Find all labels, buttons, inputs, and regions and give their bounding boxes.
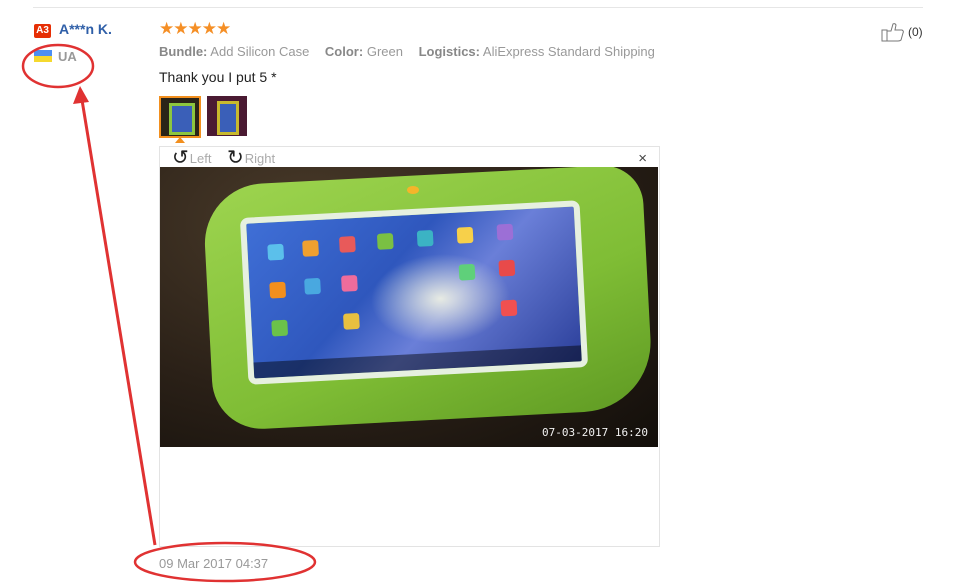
photo-timestamp: 07-03-2017 16:20 bbox=[542, 426, 648, 439]
rotate-left-icon: ↺ bbox=[172, 147, 189, 169]
top-divider bbox=[33, 7, 923, 8]
annotation-arrow-line bbox=[80, 99, 157, 546]
star-rating: ★★★★★ bbox=[159, 19, 231, 38]
order-attributes: Bundle: Add Silicon Case Color: Green Lo… bbox=[159, 44, 667, 59]
helpful-count: (0) bbox=[908, 25, 923, 39]
reviewer-name[interactable]: A***n K. bbox=[59, 21, 112, 37]
review-date: 09 Mar 2017 04:37 bbox=[159, 556, 269, 571]
thumbs-up-icon[interactable] bbox=[881, 22, 905, 42]
rotate-left-label: Left bbox=[189, 150, 212, 166]
review-photo-thumbnail-1[interactable] bbox=[159, 96, 201, 138]
buyer-level-badge: A3 bbox=[34, 24, 51, 38]
review-photo-thumbnail-2[interactable] bbox=[207, 96, 247, 136]
rotate-right-label: Right bbox=[244, 150, 276, 166]
photo-viewer: ↺ Left ↻ Right × 07-03-2017 16:20 bbox=[159, 146, 660, 547]
rotate-left-button[interactable]: ↺ Left bbox=[172, 148, 211, 168]
ukraine-flag-icon bbox=[34, 50, 52, 62]
attribute-color: Color: Green bbox=[324, 44, 403, 59]
selected-thumbnail-caret bbox=[175, 137, 185, 143]
attribute-bundle: Bundle: Add Silicon Case bbox=[159, 44, 310, 59]
review-photo: 07-03-2017 16:20 bbox=[160, 167, 658, 447]
tablet-screen-image bbox=[239, 200, 589, 385]
review-text: Thank you I put 5 * bbox=[159, 69, 277, 85]
close-viewer-button[interactable]: × bbox=[638, 150, 647, 167]
tablet-camera bbox=[407, 186, 419, 194]
attribute-logistics: Logistics: AliExpress Standard Shipping bbox=[418, 44, 655, 59]
reviewer-country: UA bbox=[58, 49, 77, 64]
annotation-arrow-head bbox=[73, 86, 89, 104]
rotate-right-icon: ↻ bbox=[227, 147, 244, 169]
rotate-right-button[interactable]: ↻ Right bbox=[227, 148, 275, 168]
